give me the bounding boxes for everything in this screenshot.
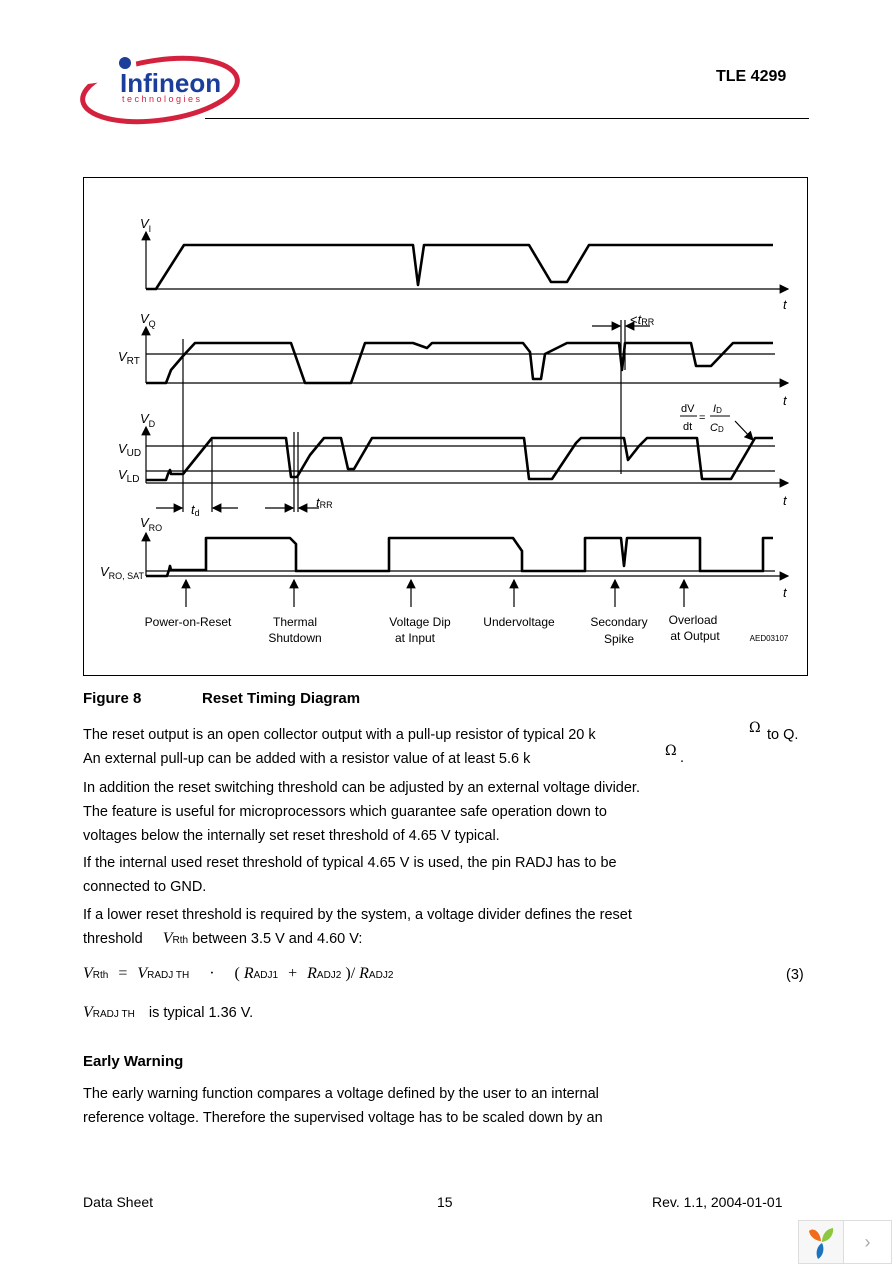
text-line: connected to GND.: [83, 879, 207, 895]
equation-3: VRth = VRADJ TH · ( RADJ1 + RADJ2 )/ RAD…: [83, 965, 394, 982]
paragraph-pullup: The reset output is an open collector ou…: [83, 723, 808, 747]
td-label: td: [191, 502, 200, 518]
infineon-logo: Infineon technologies: [74, 49, 245, 125]
section-heading-early-warning: Early Warning: [83, 1053, 184, 1070]
t-axis-label-4: t: [783, 585, 788, 600]
reset-timing-diagram: VI VQ VRT VD VUD VLD VRO VRO, SAT t t t …: [100, 216, 790, 646]
footer-doc-type: Data Sheet: [83, 1194, 154, 1210]
svg-text:dt: dt: [683, 421, 692, 433]
viewer-nav-widget: ›: [798, 1220, 892, 1264]
text-line: If the internal used reset threshold of …: [83, 855, 617, 871]
text-line: threshold VRth between 3.5 V and 4.60 V:: [83, 927, 808, 953]
header-divider: [205, 118, 809, 119]
document-title: TLE 4299: [716, 68, 786, 86]
slope-formula: dV dt = ID CD: [680, 403, 730, 434]
omega-symbol-2: Ω: [665, 743, 677, 759]
vro-label: VRO: [140, 515, 162, 533]
paragraph-radj: If the internal used reset threshold of …: [83, 851, 808, 899]
figure-title: Reset Timing Diagram: [202, 690, 361, 707]
vi-waveform: [146, 243, 773, 291]
paragraph-early-warning: The early warning function compares a vo…: [83, 1082, 808, 1130]
vq-waveform: [146, 341, 773, 385]
footer-revision: Rev. 1.1, 2004-01-01: [652, 1194, 783, 1210]
vq-label: VQ: [140, 311, 156, 329]
svg-text:ID: ID: [713, 403, 722, 415]
t-axis-label-1: t: [783, 297, 788, 312]
event-label-por: Power-on-Reset: [145, 615, 232, 629]
brand-subtitle: technologies: [122, 94, 203, 104]
text-span: is typical 1.36 V.: [148, 1005, 254, 1021]
vrosat-label: VRO, SAT: [100, 564, 145, 581]
chevron-right-icon: ›: [864, 1231, 871, 1252]
pullup-line-1: The reset output is an open collector ou…: [83, 727, 596, 743]
t-axis-label-3: t: [783, 493, 788, 508]
paragraph-threshold-adjust: In addition the reset switching threshol…: [83, 776, 808, 848]
svg-text:dV: dV: [681, 403, 695, 415]
text-span: threshold: [83, 931, 143, 947]
pullup-line-2: An external pull-up can be added with a …: [83, 751, 531, 767]
omega-symbol-1: Ω: [749, 720, 761, 736]
event-label-thermal-2: Shutdown: [268, 631, 321, 645]
text-line: The early warning function compares a vo…: [83, 1086, 599, 1102]
title-number: 4299: [750, 68, 787, 85]
text-line: reference voltage. Therefore the supervi…: [83, 1110, 603, 1126]
slope-pointer: [734, 420, 754, 441]
figure-code: AED03107: [750, 634, 789, 643]
event-label-thermal: Thermal: [273, 615, 317, 629]
equation-number: (3): [786, 967, 804, 983]
event-label-overload-2: at Output: [670, 629, 720, 643]
text-line: voltages below the internally set reset …: [83, 828, 500, 844]
next-page-button[interactable]: ›: [844, 1221, 891, 1263]
vld-label: VLD: [118, 467, 139, 485]
vrt-label: VRT: [118, 349, 140, 367]
paragraph-radj-typical: VRADJ TH is typical 1.36 V.: [83, 1004, 253, 1022]
viewer-logo-icon[interactable]: [799, 1221, 844, 1263]
vro-waveform: [146, 536, 773, 578]
vd-label: VD: [140, 411, 156, 429]
event-label-overload: Overload: [669, 613, 718, 627]
pullup-line-1-tail: to Q.: [767, 727, 799, 743]
svg-text:=: =: [699, 412, 705, 424]
text-line: In addition the reset switching threshol…: [83, 780, 640, 796]
text-line: The feature is useful for microprocessor…: [83, 804, 607, 820]
vrth-symbol: VRth: [162, 930, 189, 947]
spike-trr-label: <tRR: [630, 312, 655, 327]
title-prefix: TLE: [716, 68, 747, 85]
paragraph-divider: If a lower reset threshold is required b…: [83, 903, 808, 953]
text-span: between 3.5 V and 4.60 V:: [192, 931, 363, 947]
event-label-dip-2: at Input: [395, 631, 436, 645]
text-line: If a lower reset threshold is required b…: [83, 907, 632, 923]
figure-label: Figure 8: [83, 690, 142, 707]
pullup-line-2-tail: .: [680, 750, 685, 766]
footer-page-number: 15: [437, 1194, 453, 1210]
event-label-spike-2: Spike: [604, 632, 634, 646]
svg-text:CD: CD: [710, 422, 724, 434]
vud-label: VUD: [118, 441, 141, 459]
vd-waveform: [146, 436, 773, 482]
event-label-spike: Secondary: [590, 615, 647, 629]
vi-label: VI: [140, 216, 151, 234]
event-label-dip: Voltage Dip: [389, 615, 451, 629]
vradj-symbol: VRADJ TH: [83, 1004, 135, 1021]
trr-label: tRR: [316, 495, 333, 510]
t-axis-label-2: t: [783, 393, 788, 408]
event-label-uv: Undervoltage: [483, 615, 555, 629]
